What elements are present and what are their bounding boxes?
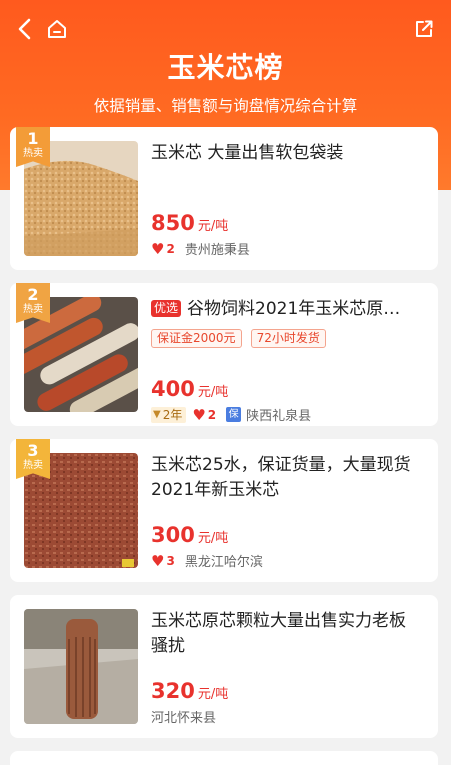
heart-icon: ♥ bbox=[151, 239, 165, 258]
price: 300 元/吨 bbox=[151, 523, 228, 547]
price-unit: 元/吨 bbox=[197, 687, 229, 702]
price-unit: 元/吨 bbox=[197, 531, 229, 546]
like-count: 2 bbox=[166, 241, 175, 256]
product-title[interactable]: 玉米芯 大量出售软包袋装 bbox=[151, 141, 421, 166]
share-icon bbox=[416, 20, 433, 37]
deposit-tag: 保证金2000元 bbox=[151, 329, 242, 348]
price: 320 元/吨 bbox=[151, 679, 228, 703]
product-meta: 河北怀来县 bbox=[151, 707, 216, 726]
price-value: 300 bbox=[151, 523, 195, 547]
product-image[interactable] bbox=[24, 609, 138, 724]
list-item[interactable]: 2 热卖 优选 谷物饲料2021年玉米芯原… 保证金2000元 72小时发货 4… bbox=[10, 283, 438, 426]
back-button[interactable] bbox=[12, 16, 38, 42]
list-item[interactable] bbox=[10, 751, 438, 765]
product-title[interactable]: 优选 谷物饲料2021年玉米芯原… bbox=[151, 297, 421, 322]
like-count: 3 bbox=[166, 553, 175, 568]
membership-years: ▼ 2年 bbox=[151, 406, 187, 423]
product-title[interactable]: 玉米芯原芯颗粒大量出售实力老板骚扰 bbox=[151, 609, 421, 659]
product-title[interactable]: 玉米芯25水，保证货量，大量现货2021年新玉米芯 bbox=[151, 453, 421, 503]
preferred-badge: 优选 bbox=[151, 300, 182, 317]
home-icon bbox=[48, 20, 66, 38]
hot-label: 热卖 bbox=[23, 148, 43, 159]
list-item[interactable]: 1 热卖 玉米芯 大量出售软包袋装 850 元/吨 ♥ 2 贵州施秉县 bbox=[10, 127, 438, 270]
shipping-tag: 72小时发货 bbox=[250, 329, 326, 348]
location: 黑龙江哈尔滨 bbox=[184, 555, 263, 570]
product-info: 玉米芯 大量出售软包袋装 850 元/吨 ♥ 2 贵州施秉县 bbox=[138, 141, 426, 259]
price-unit: 元/吨 bbox=[197, 219, 229, 234]
hot-label: 热卖 bbox=[23, 304, 43, 315]
location: 陕西礼泉县 bbox=[246, 409, 312, 424]
crown-icon: ▼ bbox=[153, 408, 161, 420]
like-count: 2 bbox=[207, 407, 217, 422]
price-value: 400 bbox=[151, 377, 195, 401]
price-unit: 元/吨 bbox=[197, 385, 229, 400]
tag-list: 保证金2000元 72小时发货 bbox=[151, 327, 426, 348]
rank-badge: 1 热卖 bbox=[16, 127, 50, 167]
product-meta: ▼ 2年 ♥ 2 保 陕西礼泉县 bbox=[151, 405, 311, 424]
product-info: 优选 谷物饲料2021年玉米芯原… 保证金2000元 72小时发货 400 元/吨 … bbox=[138, 297, 426, 424]
rank-number: 1 bbox=[27, 129, 39, 148]
price: 400 元/吨 bbox=[151, 377, 228, 401]
product-info: 玉米芯25水，保证货量，大量现货2021年新玉米芯 300 元/吨 ♥ 3 黑龙江… bbox=[138, 453, 426, 571]
hot-label: 热卖 bbox=[23, 460, 43, 471]
rank-number: 3 bbox=[27, 441, 39, 460]
location: 河北怀来县 bbox=[151, 711, 217, 726]
price-value: 850 bbox=[151, 211, 195, 235]
page-subtitle: 依据销量、销售额与询盘情况综合计算 bbox=[93, 97, 358, 115]
page-title: 玉米芯榜 bbox=[167, 51, 284, 84]
rank-number: 2 bbox=[27, 285, 39, 304]
location: 贵州施秉县 bbox=[184, 243, 250, 258]
heart-icon: ♥ bbox=[192, 405, 206, 424]
product-info: 玉米芯原芯颗粒大量出售实力老板骚扰 320 元/吨 河北怀来县 bbox=[138, 609, 426, 726]
product-title-text: 谷物饲料2021年玉米芯原… bbox=[187, 299, 401, 319]
guarantee-icon: 保 bbox=[226, 407, 242, 422]
heart-icon: ♥ bbox=[151, 551, 165, 570]
home-button[interactable] bbox=[44, 16, 70, 42]
product-meta: ♥ 3 黑龙江哈尔滨 bbox=[151, 551, 263, 571]
rank-badge: 3 热卖 bbox=[16, 439, 50, 479]
chevron-left-icon bbox=[18, 18, 31, 40]
rank-badge: 2 热卖 bbox=[16, 283, 50, 323]
years-value: 2年 bbox=[162, 407, 183, 422]
corncob-dress-photo bbox=[24, 609, 138, 724]
price: 850 元/吨 bbox=[151, 211, 228, 235]
list-item[interactable]: 玉米芯原芯颗粒大量出售实力老板骚扰 320 元/吨 河北怀来县 bbox=[10, 595, 438, 738]
list-item[interactable]: 3 热卖 玉米芯25水，保证货量，大量现货2021年新玉米芯 300 元/吨 ♥… bbox=[10, 439, 438, 582]
ranking-list: 1 热卖 玉米芯 大量出售软包袋装 850 元/吨 ♥ 2 贵州施秉县 2 热卖… bbox=[10, 127, 438, 765]
share-button[interactable] bbox=[411, 16, 437, 42]
product-meta: ♥ 2 贵州施秉县 bbox=[151, 239, 250, 259]
price-value: 320 bbox=[151, 679, 195, 703]
